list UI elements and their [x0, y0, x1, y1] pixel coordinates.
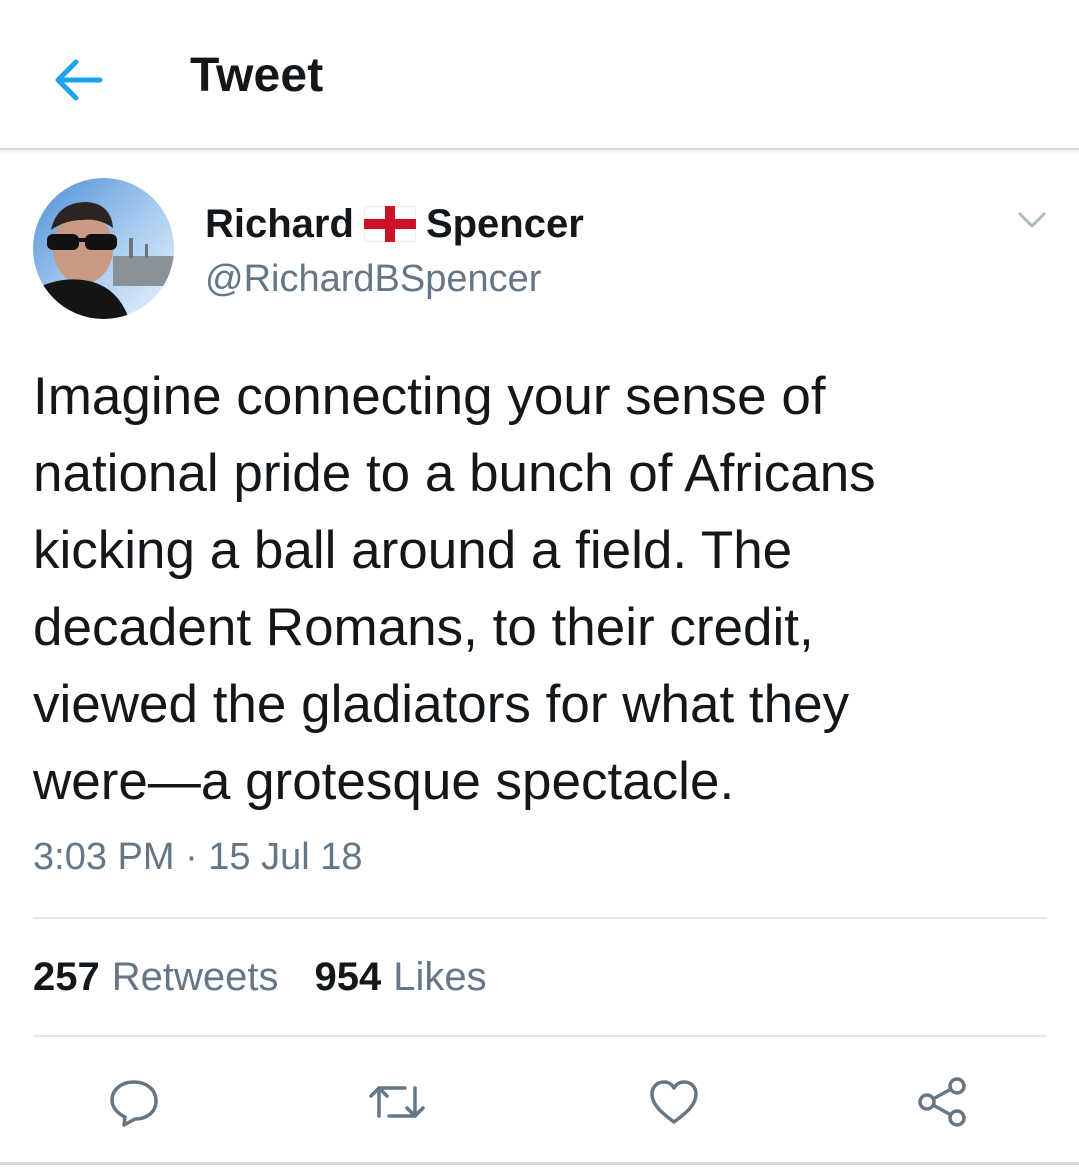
retweets-count[interactable]: 257 [33, 955, 100, 1000]
author-handle[interactable]: @RichardBSpencer [205, 258, 541, 301]
tweet-text-line: were—a grotesque spectacle. [33, 752, 735, 811]
share-button[interactable] [912, 1072, 972, 1132]
author-name[interactable]: Richard Spencer [205, 198, 584, 250]
reply-button[interactable] [104, 1072, 164, 1132]
likes-count[interactable]: 954 [315, 955, 382, 1000]
england-flag-icon [363, 205, 417, 243]
tweet-text-line: kicking a ball around a field. The [33, 521, 793, 580]
divider [0, 1162, 1079, 1165]
chevron-down-icon[interactable] [1012, 200, 1052, 240]
arrow-left-icon [55, 59, 103, 101]
likes-label[interactable]: Likes [393, 955, 486, 1000]
like-button[interactable] [644, 1072, 704, 1132]
author-first-name: Richard [205, 201, 354, 246]
tweet-text: Imagine connecting your sense of nationa… [33, 358, 1053, 820]
like-icon [650, 1080, 698, 1124]
tweet-text-line: national pride to a bunch of Africans [33, 444, 876, 503]
back-button[interactable] [40, 42, 116, 118]
reply-icon [110, 1080, 158, 1127]
retweets-label[interactable]: Retweets [112, 955, 279, 1000]
share-icon [918, 1077, 966, 1127]
tweet-text-line: viewed the gladiators for what they [33, 675, 850, 734]
divider [33, 1035, 1047, 1037]
author-last-name: Spencer [425, 201, 584, 246]
tweet-stats: 257 Retweets 954 Likes [33, 955, 523, 1000]
tweet-text-line: decadent Romans, to their credit, [33, 598, 814, 657]
tweet-text-line: Imagine connecting your sense of [33, 367, 826, 426]
retweet-icon [369, 1086, 425, 1118]
page-title: Tweet [190, 49, 324, 102]
app-bar: Tweet [0, 0, 1079, 150]
retweet-button[interactable] [367, 1072, 427, 1132]
avatar[interactable] [33, 178, 174, 319]
divider [33, 917, 1047, 919]
tweet-timestamp: 3:03 PM · 15 Jul 18 [33, 836, 363, 878]
